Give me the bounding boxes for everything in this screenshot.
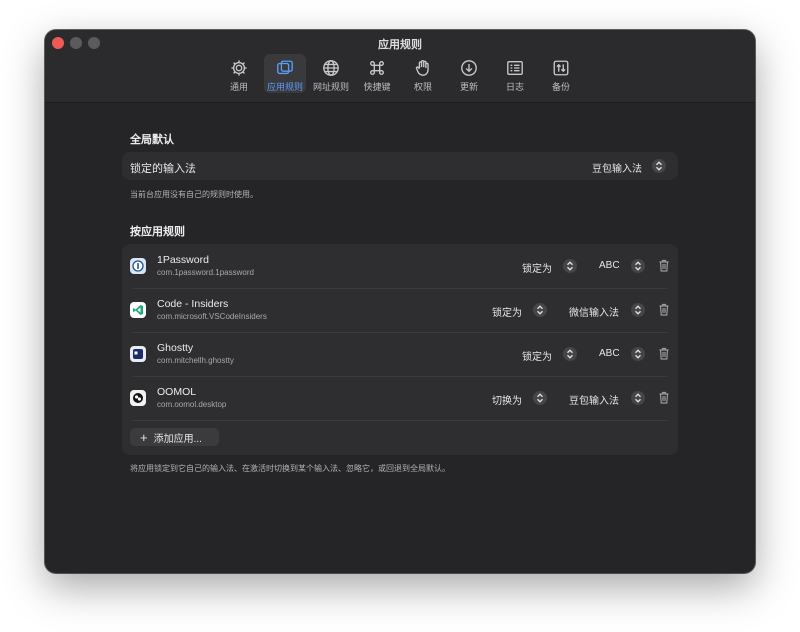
gear-icon bbox=[231, 60, 247, 76]
chevron-updown-icon bbox=[635, 261, 641, 271]
input-method-stepper[interactable] bbox=[631, 391, 645, 405]
globe-icon bbox=[323, 60, 339, 76]
tab-general-label: 通用 bbox=[229, 82, 248, 92]
app-bundle-id: com.microsoft.VSCodeInsiders bbox=[157, 312, 267, 321]
tab-shortcuts-label: 快捷键 bbox=[363, 82, 391, 92]
delete-rule-button[interactable] bbox=[658, 259, 670, 272]
app-rules-card: 1Password com.1password.1password 锁定为 AB… bbox=[122, 244, 678, 455]
input-method-select[interactable]: 微信输入法 bbox=[569, 304, 619, 319]
tab-logs-label: 日志 bbox=[505, 82, 524, 92]
tab-updates-label: 更新 bbox=[459, 82, 478, 92]
window-title: 应用规则 bbox=[378, 39, 422, 51]
titlebar: 应用规则 通用 应用规则 网址规则 快捷键 权限 更新 日志 备份 bbox=[45, 30, 755, 103]
trash-icon bbox=[659, 303, 669, 316]
input-method-select[interactable]: ABC bbox=[599, 260, 620, 271]
onepassword-icon bbox=[130, 258, 146, 274]
tab-updates[interactable]: 更新 bbox=[448, 54, 490, 93]
download-circle-icon bbox=[461, 60, 477, 76]
chevron-updown-icon bbox=[635, 393, 641, 403]
mode-stepper[interactable] bbox=[533, 391, 547, 405]
list-item: 1Password com.1password.1password 锁定为 AB… bbox=[122, 244, 678, 288]
ghostty-icon bbox=[130, 346, 146, 362]
input-method-stepper[interactable] bbox=[631, 303, 645, 317]
chevron-updown-icon bbox=[537, 393, 543, 403]
list-item: Code - Insiders com.microsoft.VSCodeInsi… bbox=[122, 288, 678, 332]
hand-icon bbox=[415, 59, 429, 76]
tab-shortcuts[interactable]: 快捷键 bbox=[356, 54, 398, 93]
input-method-stepper[interactable] bbox=[631, 259, 645, 273]
app-rules-footer: 将应用锁定到它自己的输入法、在激活时切换到某个输入法、忽略它，或回退到全局默认。 bbox=[130, 464, 450, 473]
oomol-icon bbox=[130, 390, 146, 406]
command-icon bbox=[370, 61, 384, 75]
tab-permissions[interactable]: 权限 bbox=[402, 54, 444, 93]
mode-stepper[interactable] bbox=[563, 259, 577, 273]
list-item: OOMOL com.oomol.desktop 切换为 豆包输入法 bbox=[122, 376, 678, 420]
vscode-insiders-icon bbox=[130, 302, 146, 318]
plus-icon: + bbox=[140, 429, 148, 445]
global-default-hint: 当前台应用没有自己的规则时使用。 bbox=[130, 190, 258, 199]
mode-select[interactable]: 锁定为 bbox=[522, 348, 552, 363]
tab-url-rules[interactable]: 网址规则 bbox=[310, 54, 352, 93]
row-divider bbox=[132, 420, 668, 421]
app-name: Ghostty bbox=[157, 342, 194, 354]
add-app-label: 添加应用... bbox=[153, 433, 202, 445]
tab-logs[interactable]: 日志 bbox=[494, 54, 536, 93]
chevron-updown-icon bbox=[567, 261, 573, 271]
list-item: Ghostty com.mitchellh.ghostty 锁定为 ABC bbox=[122, 332, 678, 376]
chevron-updown-icon bbox=[635, 305, 641, 315]
global-default-heading: 全局默认 bbox=[130, 134, 174, 146]
app-name: Code - Insiders bbox=[157, 298, 229, 310]
tab-general[interactable]: 通用 bbox=[218, 54, 260, 93]
mode-select[interactable]: 锁定为 bbox=[492, 304, 522, 319]
chevron-updown-icon bbox=[635, 349, 641, 359]
chevron-updown-icon bbox=[656, 161, 662, 171]
trash-icon bbox=[659, 391, 669, 404]
mode-select[interactable]: 锁定为 bbox=[522, 260, 552, 275]
global-default-card: 锁定的输入法 豆包输入法 bbox=[122, 152, 678, 180]
tab-permissions-label: 权限 bbox=[413, 82, 432, 92]
locked-input-label: 锁定的输入法 bbox=[130, 163, 196, 175]
toolbar: 通用 应用规则 网址规则 快捷键 权限 更新 日志 备份 bbox=[45, 54, 755, 93]
app-bundle-id: com.oomol.desktop bbox=[157, 400, 227, 409]
trash-icon bbox=[659, 259, 669, 272]
app-rules-heading: 按应用规则 bbox=[130, 226, 185, 238]
tab-app-rules[interactable]: 应用规则 bbox=[264, 54, 306, 93]
tab-app-rules-label: 应用规则 bbox=[266, 82, 303, 92]
global-default-value[interactable]: 豆包输入法 bbox=[592, 160, 642, 175]
input-method-stepper[interactable] bbox=[631, 347, 645, 361]
backup-icon bbox=[553, 60, 569, 76]
delete-rule-button[interactable] bbox=[658, 303, 670, 316]
app-name: 1Password bbox=[157, 254, 209, 266]
tab-backup-label: 备份 bbox=[551, 82, 570, 92]
delete-rule-button[interactable] bbox=[658, 347, 670, 360]
tab-backup[interactable]: 备份 bbox=[540, 54, 582, 93]
tab-url-rules-label: 网址规则 bbox=[312, 82, 349, 92]
chevron-updown-icon bbox=[567, 349, 573, 359]
add-app-button[interactable]: + 添加应用... bbox=[130, 428, 219, 446]
trash-icon bbox=[659, 347, 669, 360]
input-method-select[interactable]: ABC bbox=[599, 348, 620, 359]
global-default-stepper[interactable] bbox=[652, 159, 666, 173]
windows-icon bbox=[277, 60, 293, 75]
delete-rule-button[interactable] bbox=[658, 391, 670, 404]
app-bundle-id: com.1password.1password bbox=[157, 268, 254, 277]
mode-stepper[interactable] bbox=[563, 347, 577, 361]
app-bundle-id: com.mitchellh.ghostty bbox=[157, 356, 234, 365]
input-method-select[interactable]: 豆包输入法 bbox=[569, 392, 619, 407]
mode-stepper[interactable] bbox=[533, 303, 547, 317]
chevron-updown-icon bbox=[537, 305, 543, 315]
app-window: 应用规则 通用 应用规则 网址规则 快捷键 权限 更新 日志 备份 全局默认 锁… bbox=[45, 30, 755, 573]
log-icon bbox=[507, 61, 523, 75]
mode-select[interactable]: 切换为 bbox=[492, 392, 522, 407]
app-name: OOMOL bbox=[157, 386, 197, 398]
